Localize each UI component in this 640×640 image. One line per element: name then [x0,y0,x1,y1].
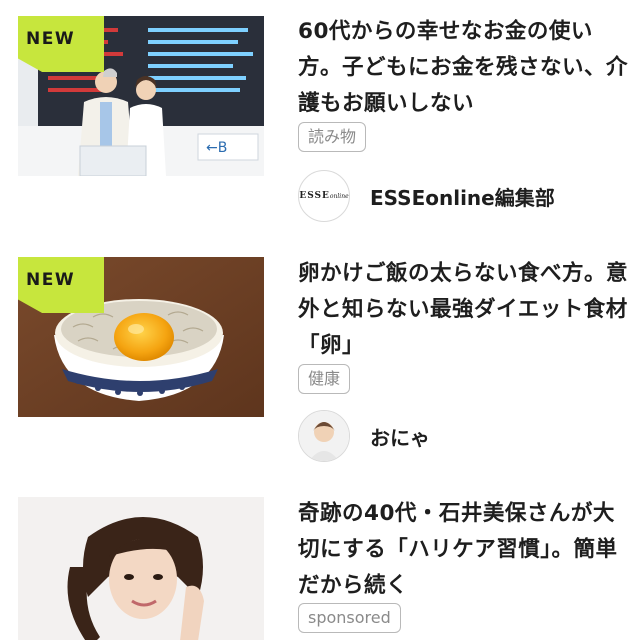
article-thumbnail[interactable]: ←B NEW [18,16,264,176]
article-thumbnail[interactable] [18,497,264,640]
category-tag[interactable]: 読み物 [298,122,367,152]
author-row[interactable]: ESSEonline ESSEonline編集部 [298,170,555,222]
author-row[interactable]: おにゃ [298,410,430,462]
author-avatar[interactable] [298,410,350,462]
esse-logo: ESSEonline [299,191,349,201]
article-title[interactable]: 奇跡の40代・石井美保さんが大切にする「ハリケア習慣」。簡単だから続く [298,496,628,604]
article-title[interactable]: 卵かけご飯の太らない食べ方。意外と知らない最強ダイエット食材「卵」 [298,256,628,364]
article-thumbnail[interactable]: NEW [18,257,264,417]
author-name[interactable]: おにゃ [370,422,430,451]
category-tag[interactable]: sponsored [298,603,401,633]
category-tag[interactable]: 健康 [298,364,351,394]
author-photo [299,411,349,461]
woman-portrait-photo [18,497,264,640]
article-title[interactable]: 60代からの幸せなお金の使い方。子どもにお金を残さない、介護もお願いしない [298,14,628,122]
new-badge: NEW [18,257,104,313]
author-avatar[interactable]: ESSEonline [298,170,350,222]
new-badge: NEW [18,16,104,72]
svg-text:←B: ←B [206,140,227,156]
author-name[interactable]: ESSEonline編集部 [370,182,555,211]
